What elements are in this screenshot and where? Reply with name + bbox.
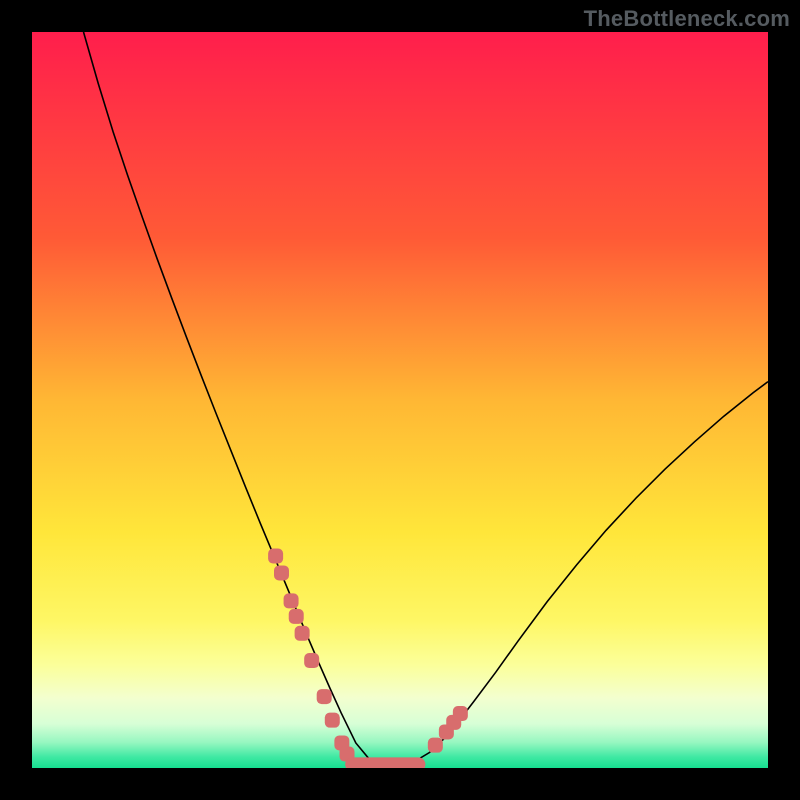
marker-highlight-right	[428, 738, 443, 753]
marker-highlight-left	[325, 713, 340, 728]
plot-background	[32, 32, 768, 768]
marker-highlight-left	[295, 626, 310, 641]
marker-highlight-left	[284, 593, 299, 608]
chart-canvas	[0, 0, 800, 800]
marker-highlight-left	[274, 565, 289, 580]
watermark-text: TheBottleneck.com	[584, 6, 790, 32]
chart-container: TheBottleneck.com	[0, 0, 800, 800]
marker-highlight-left	[317, 689, 332, 704]
marker-highlight-right	[453, 706, 468, 721]
marker-highlight-left	[268, 549, 283, 564]
marker-highlight-left	[289, 609, 304, 624]
marker-highlight-left	[304, 653, 319, 668]
